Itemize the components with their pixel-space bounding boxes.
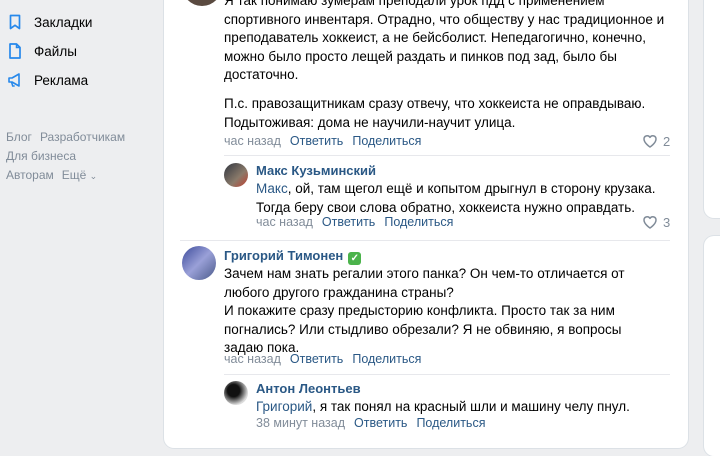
footer-link-authors[interactable]: Авторам	[6, 168, 54, 182]
right-panel	[704, 236, 720, 456]
comment-meta: час назад Ответить Поделиться	[224, 352, 421, 366]
avatar[interactable]	[182, 0, 222, 6]
comment-time[interactable]: 38 минут назад	[256, 416, 345, 430]
avatar[interactable]	[224, 163, 248, 187]
divider	[180, 240, 670, 241]
comments-card: Я так понимаю зумерам преподали урок пдд…	[164, 0, 688, 448]
sidebar-item-label: Файлы	[34, 43, 77, 59]
share-button[interactable]: Поделиться	[352, 352, 421, 366]
share-button[interactable]: Поделиться	[384, 215, 453, 229]
footer-link-more[interactable]: Ещё ⌄	[62, 168, 97, 182]
comment-author[interactable]: Антон Леонтьев	[256, 381, 361, 396]
mention-link[interactable]: Григорий	[256, 399, 312, 414]
sidebar-item-ads[interactable]: Реклама	[6, 69, 88, 91]
like-button[interactable]: 2	[641, 132, 670, 150]
reply-button[interactable]: Ответить	[322, 215, 375, 229]
right-panel	[704, 0, 720, 218]
heart-icon	[643, 135, 657, 148]
footer-link-developers[interactable]: Разработчикам	[40, 130, 125, 144]
comment-ps-text: П.с. правозащитникам сразу отвечу, что х…	[224, 96, 646, 130]
sidebar-item-label: Закладки	[34, 14, 93, 30]
comment-text: Зачем нам знать регалии этого панка? Он …	[224, 266, 625, 355]
divider	[224, 155, 670, 156]
megaphone-icon	[8, 73, 20, 87]
chevron-down-icon: ⌄	[89, 171, 98, 181]
share-button[interactable]: Поделиться	[352, 134, 421, 148]
verified-icon: ✓	[348, 252, 362, 265]
divider	[224, 374, 670, 375]
comment-text: Григорий, я так понял на красный шли и м…	[256, 399, 630, 414]
footer-link-business[interactable]: Для бизнеса	[6, 149, 76, 163]
comment-time[interactable]: час назад	[224, 352, 281, 366]
comment-meta: 38 минут назад Ответить Поделиться	[256, 416, 485, 430]
left-sidebar: Закладки Файлы Реклама Блог Разработчикам…	[0, 0, 160, 432]
comment-meta: час назад Ответить Поделиться	[224, 134, 421, 148]
like-button[interactable]: 3	[641, 213, 670, 231]
mention-link[interactable]: Макс	[256, 181, 288, 196]
sidebar-item-bookmarks[interactable]: Закладки	[6, 11, 92, 33]
comment-meta: час назад Ответить Поделиться	[256, 215, 453, 229]
reply-button[interactable]: Ответить	[290, 134, 343, 148]
comment-text: Я так понимаю зумерам преподали урок пдд…	[224, 0, 665, 82]
avatar[interactable]	[224, 381, 248, 405]
avatar[interactable]	[182, 246, 216, 280]
comment-author[interactable]: Григорий Тимонен ✓	[224, 248, 362, 265]
heart-icon	[643, 216, 657, 229]
comment-time[interactable]: час назад	[224, 134, 281, 148]
like-count: 2	[663, 133, 671, 149]
sidebar-item-files[interactable]: Файлы	[6, 40, 77, 62]
footer-links: Блог Разработчикам Для бизнеса Авторам Ещё…	[6, 128, 125, 186]
reply-button[interactable]: Ответить	[354, 416, 407, 430]
comment-text: Макс, ой, там щегол ещё и копытом дрыгну…	[256, 181, 656, 215]
reply-button[interactable]: Ответить	[290, 352, 343, 366]
comment-time[interactable]: час назад	[256, 215, 313, 229]
footer-link-blog[interactable]: Блог	[6, 130, 32, 144]
comment-author[interactable]: Макс Кузьминский	[256, 163, 376, 178]
like-count: 3	[663, 214, 671, 230]
share-button[interactable]: Поделиться	[416, 416, 485, 430]
file-icon	[9, 43, 21, 59]
sidebar-item-label: Реклама	[34, 72, 89, 88]
bookmark-icon	[9, 14, 21, 30]
